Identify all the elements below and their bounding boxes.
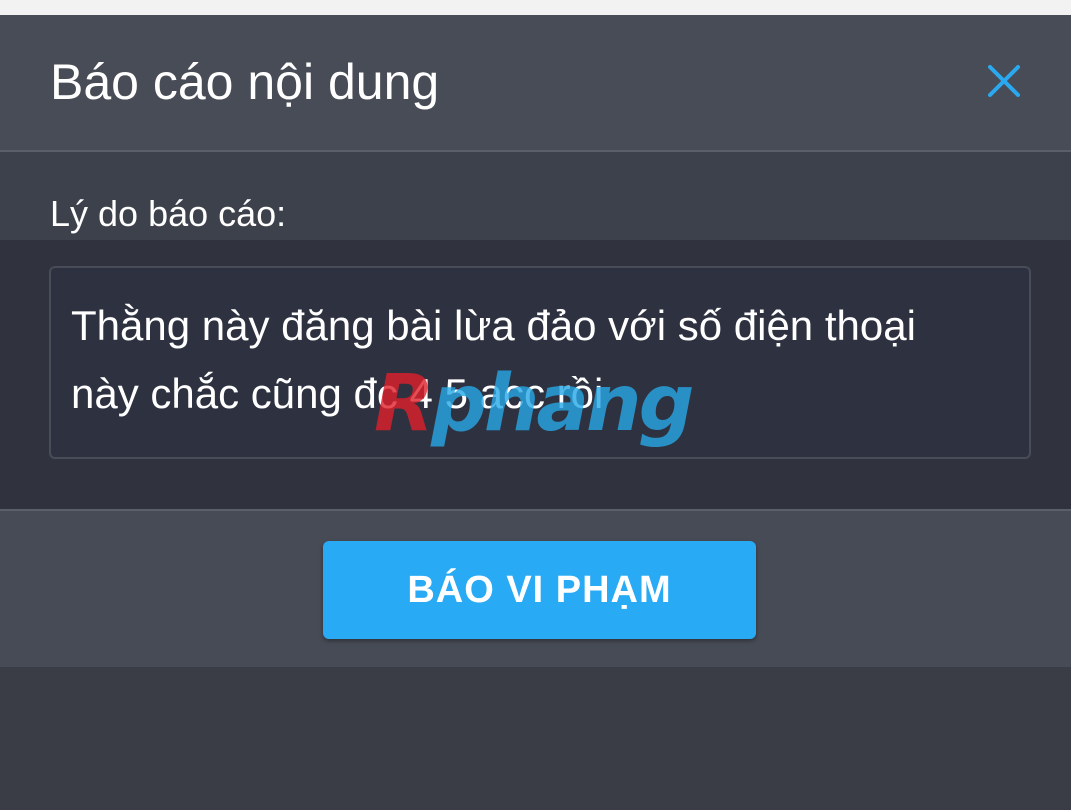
reason-label: Lý do báo cáo:: [50, 193, 287, 234]
reason-text: Thằng này đăng bài lừa đảo với số điện t…: [71, 302, 916, 417]
close-button[interactable]: [976, 53, 1032, 109]
reason-label-area: Lý do báo cáo:: [0, 152, 1071, 240]
close-icon: [988, 65, 1020, 97]
report-violation-button[interactable]: BÁO VI PHẠM: [323, 541, 756, 639]
report-dialog: Báo cáo nội dung Lý do báo cáo: Thằng nà…: [0, 15, 1071, 667]
reason-textarea[interactable]: Thằng này đăng bài lừa đảo với số điện t…: [49, 266, 1031, 459]
dialog-header: Báo cáo nội dung: [0, 15, 1071, 152]
dialog-body: Lý do báo cáo: Thằng này đăng bài lừa đả…: [0, 152, 1071, 509]
status-strip: [0, 0, 1071, 15]
dialog-title: Báo cáo nội dung: [50, 54, 440, 110]
dialog-footer: BÁO VI PHẠM: [0, 509, 1071, 667]
